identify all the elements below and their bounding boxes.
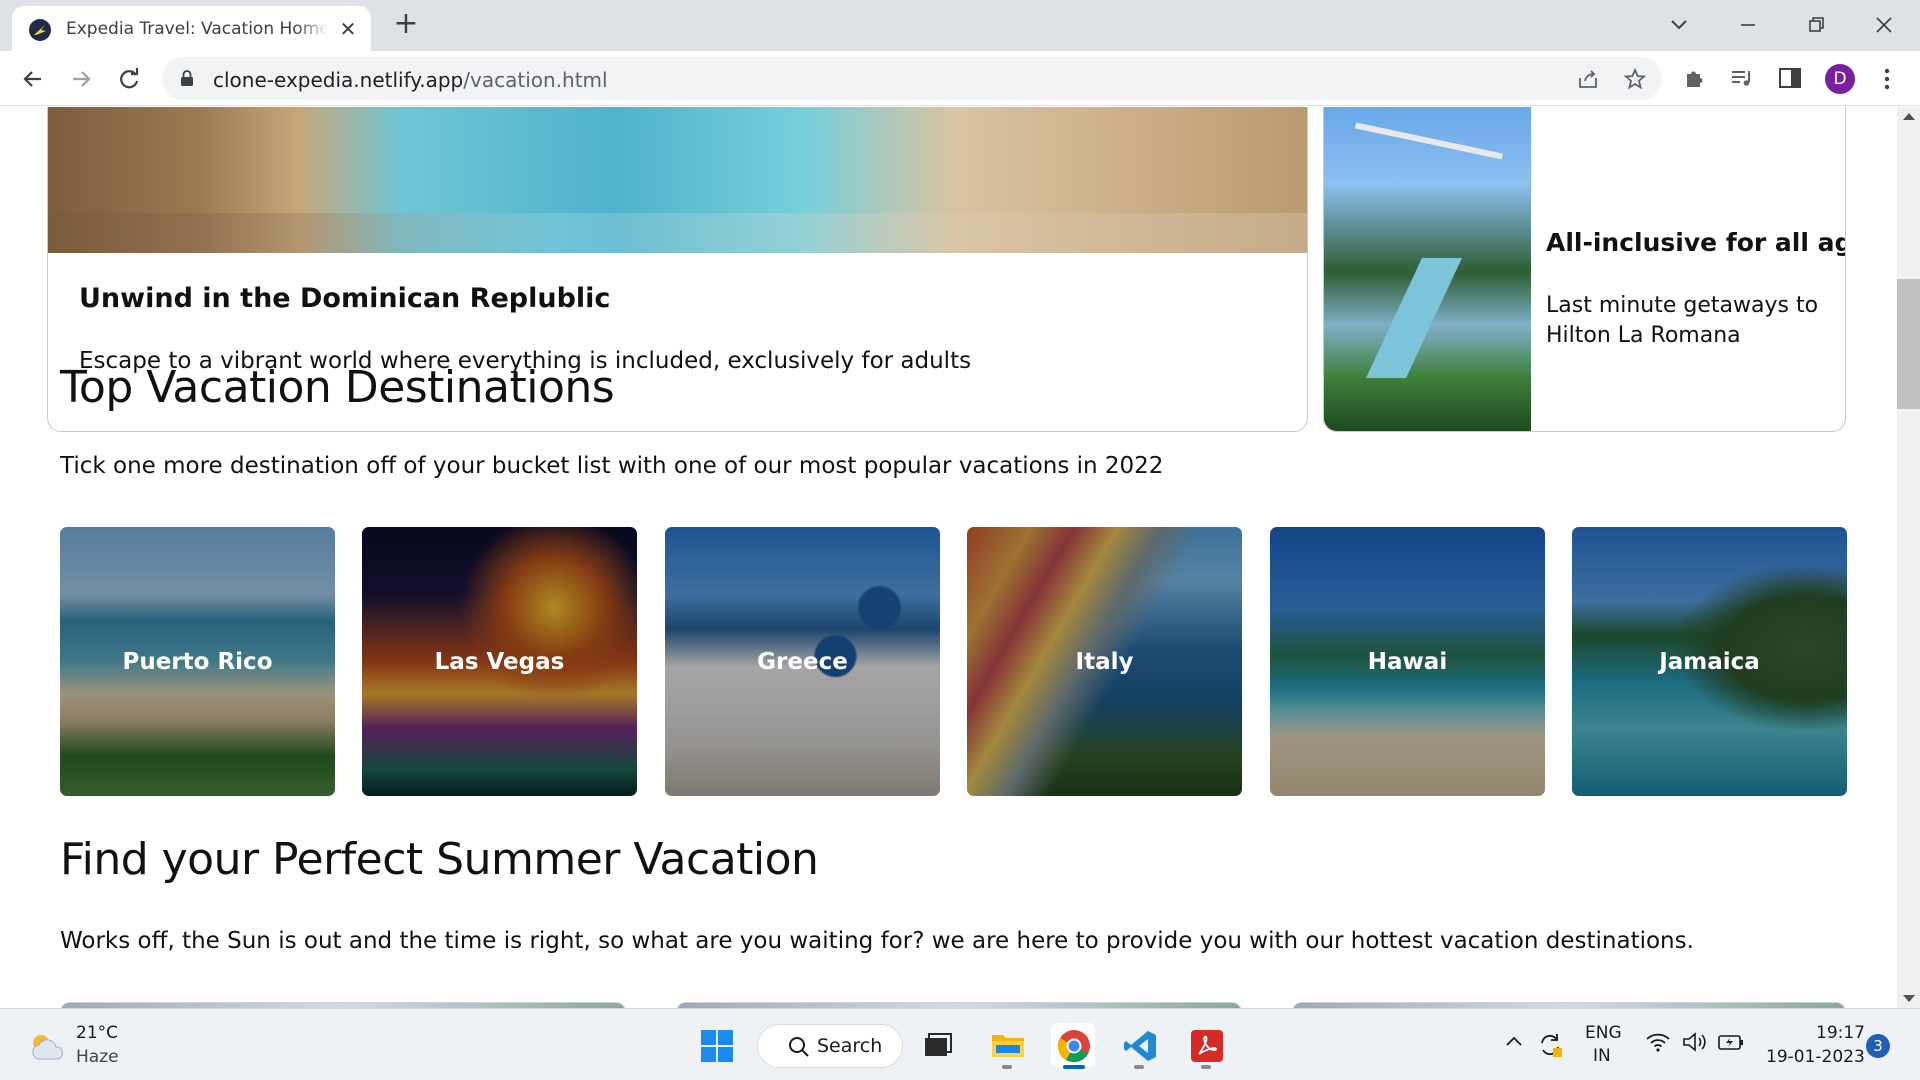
wifi-icon[interactable]: [1645, 1031, 1671, 1057]
destination-card-jamaica[interactable]: Jamaica: [1572, 527, 1847, 796]
taskbar-search[interactable]: Search: [757, 1024, 903, 1068]
top-destinations-text: Tick one more destination off of your bu…: [60, 453, 1164, 479]
feature-card-small-text: Last minute getaways to Hilton La Romana: [1546, 293, 1819, 348]
destination-card-italy[interactable]: Italy: [967, 527, 1242, 796]
destination-label: Hawai: [1367, 649, 1448, 675]
destination-label: Jamaica: [1659, 649, 1760, 675]
page-viewport: Unwind in the Dominican Replublic Escape…: [0, 107, 1897, 1008]
acrobat-reader-icon[interactable]: [1184, 1023, 1228, 1069]
clock-date[interactable]: 19-01-2023: [1766, 1047, 1865, 1067]
tab-title: Expedia Travel: Vacation Homes, Hotels, …: [66, 19, 328, 39]
extensions-puzzle-icon[interactable]: [1682, 65, 1708, 91]
destination-card-hawai[interactable]: Hawai: [1270, 527, 1545, 796]
browser-tab-active[interactable]: Expedia Travel: Vacation Homes, Hotels, …: [12, 6, 371, 51]
summer-vacation-text: Works off, the Sun is out and the time i…: [60, 928, 1694, 954]
taskbar-search-label: Search: [817, 1035, 883, 1057]
task-view-icon[interactable]: [916, 1023, 960, 1067]
destination-label: Las Vegas: [434, 649, 565, 675]
notification-badge[interactable]: 3: [1866, 1034, 1890, 1058]
destination-label: Italy: [1075, 649, 1134, 675]
scroll-down-arrow-icon[interactable]: [1903, 995, 1915, 1002]
start-windows-icon[interactable]: [694, 1023, 738, 1067]
close-window-button[interactable]: [1869, 10, 1899, 40]
forward-arrow-icon[interactable]: [67, 65, 95, 93]
url-text[interactable]: clone-expedia.netlify.app/vacation.html: [213, 68, 608, 92]
clock-time[interactable]: 19:17: [1816, 1023, 1865, 1043]
minimize-button[interactable]: [1733, 10, 1763, 40]
scroll-up-arrow-icon[interactable]: [1903, 113, 1915, 120]
destination-card-greece[interactable]: Greece: [665, 527, 940, 796]
resort-pool-image: [48, 107, 1307, 253]
tab-strip: Expedia Travel: Vacation Homes, Hotels, …: [0, 0, 1920, 51]
back-arrow-icon[interactable]: [19, 65, 47, 93]
hilton-resort-image: [1324, 107, 1531, 431]
top-destinations-heading: Top Vacation Destinations: [60, 362, 615, 413]
windows-taskbar: 21°C Haze Search ENG IN 19:17 19-01-2023…: [0, 1008, 1920, 1080]
restore-button[interactable]: [1801, 10, 1831, 40]
address-bar[interactable]: clone-expedia.netlify.app/vacation.html: [162, 57, 1662, 100]
browser-toolbar: clone-expedia.netlify.app/vacation.html …: [0, 51, 1920, 106]
destination-card-puerto-rico[interactable]: Puerto Rico: [60, 527, 335, 796]
share-icon[interactable]: [1576, 67, 1600, 91]
lock-icon[interactable]: [180, 70, 194, 87]
summer-vacation-heading: Find your Perfect Summer Vacation: [60, 834, 819, 885]
new-tab-button[interactable]: +: [392, 9, 420, 39]
weather-temperature: 21°C: [76, 1023, 119, 1043]
page-scrollbar[interactable]: [1897, 107, 1920, 1008]
side-panel-icon[interactable]: [1777, 65, 1803, 91]
chrome-taskbar-icon[interactable]: [1051, 1023, 1095, 1069]
destination-card-las-vegas[interactable]: Las Vegas: [362, 527, 637, 796]
file-explorer-icon[interactable]: [985, 1023, 1029, 1069]
url-host: clone-expedia.netlify.app: [213, 68, 464, 92]
battery-charging-icon[interactable]: [1717, 1031, 1745, 1057]
reload-icon[interactable]: [115, 65, 143, 93]
language-indicator[interactable]: ENG: [1585, 1023, 1622, 1043]
weather-haze-icon[interactable]: [27, 1031, 65, 1063]
destination-label: Puerto Rico: [122, 649, 273, 675]
profile-avatar[interactable]: D: [1825, 64, 1855, 94]
weather-condition: Haze: [76, 1047, 119, 1067]
expedia-favicon-icon: [29, 19, 51, 41]
search-icon: [789, 1037, 809, 1057]
chrome-menu-icon[interactable]: [1875, 65, 1899, 93]
scroll-thumb[interactable]: [1897, 279, 1920, 409]
feature-card-small-title: All-inclusive for all ages: [1546, 228, 1845, 257]
feature-card-all-inclusive[interactable]: All-inclusive for all ages Last minute g…: [1323, 107, 1846, 432]
destination-label: Greece: [757, 649, 848, 675]
feature-card-title: Unwind in the Dominican Replublic: [79, 283, 611, 314]
bookmark-star-icon[interactable]: [1623, 67, 1647, 91]
vscode-icon[interactable]: [1117, 1023, 1161, 1069]
tab-search-chevron-icon[interactable]: [1664, 10, 1694, 40]
language-region: IN: [1593, 1046, 1611, 1066]
volume-icon[interactable]: [1682, 1031, 1708, 1057]
show-hidden-icons-chevron-icon[interactable]: [1503, 1031, 1525, 1057]
sync-status-icon[interactable]: [1536, 1031, 1564, 1063]
media-playlist-icon[interactable]: [1729, 65, 1755, 91]
url-path: /vacation.html: [463, 68, 608, 92]
tab-close-icon[interactable]: ✕: [338, 19, 358, 39]
